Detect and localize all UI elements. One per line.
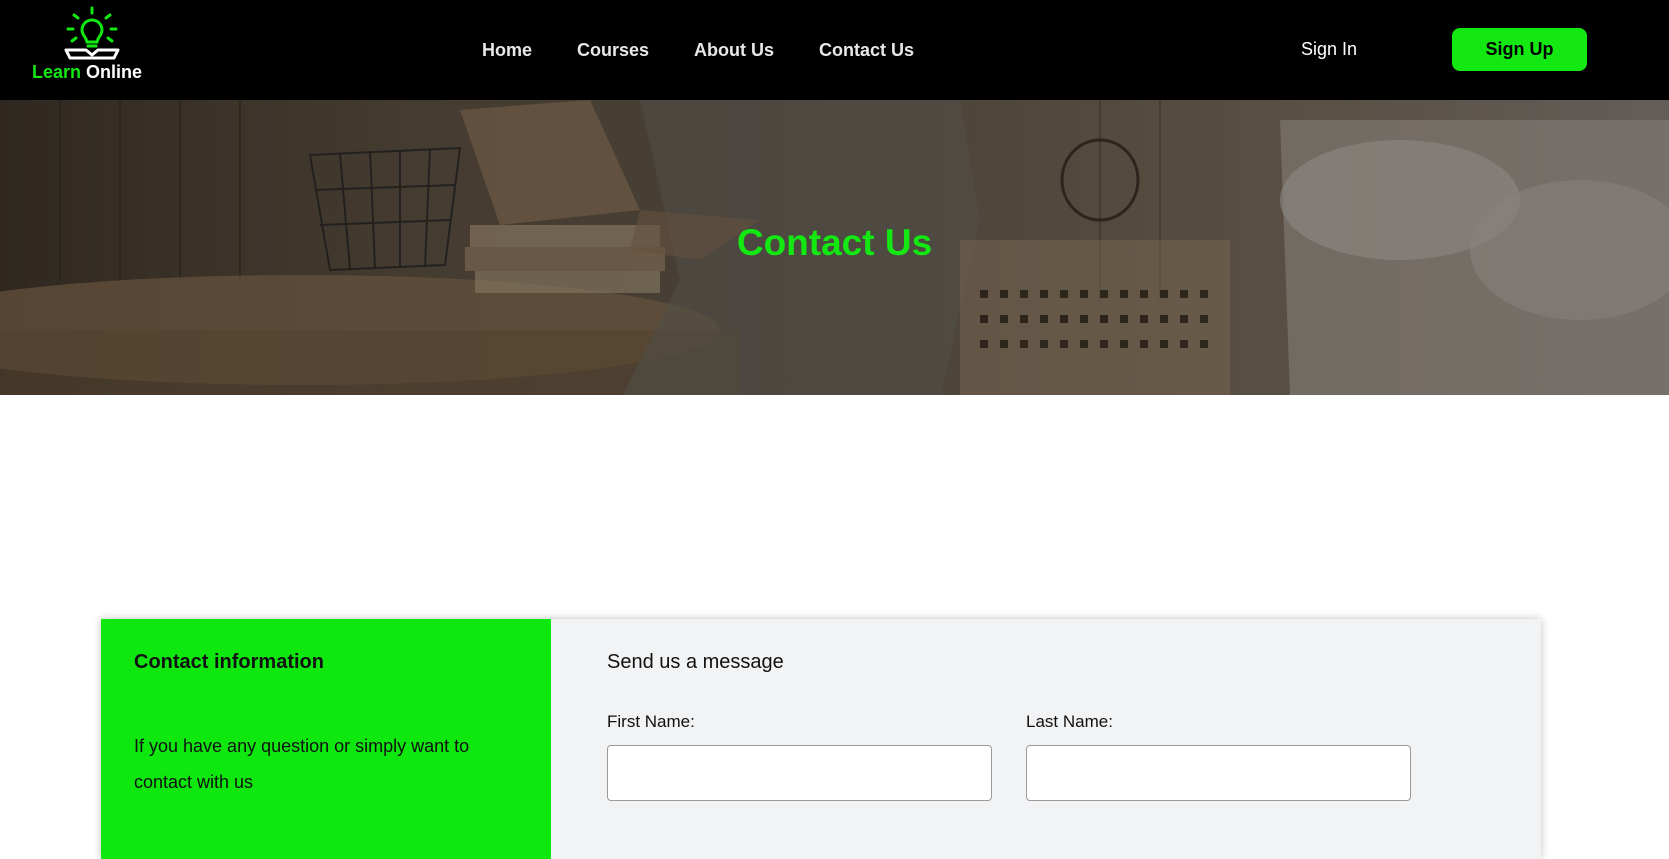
nav-home[interactable]: Home bbox=[482, 40, 532, 61]
sign-up-button[interactable]: Sign Up bbox=[1452, 28, 1587, 71]
message-form-title: Send us a message bbox=[607, 651, 784, 673]
nav-courses[interactable]: Courses bbox=[577, 40, 649, 61]
logo[interactable]: Learn Online bbox=[32, 6, 162, 86]
first-name-input[interactable] bbox=[607, 745, 992, 801]
first-name-label: First Name: bbox=[607, 712, 695, 731]
contact-info-panel: Contact information If you have any ques… bbox=[101, 619, 551, 859]
hero-banner: Contact Us bbox=[0, 100, 1669, 395]
hero-title: Contact Us bbox=[736, 222, 933, 263]
last-name-label: Last Name: bbox=[1026, 712, 1113, 731]
logo-word-learn: Learn bbox=[32, 62, 82, 82]
main-nav: Home Courses About Us Contact Us bbox=[482, 40, 959, 61]
message-form-panel: Send us a message First Name: Last Name: bbox=[551, 619, 1541, 859]
logo-wordmark: Learn Online bbox=[32, 62, 142, 83]
lightbulb-book-icon bbox=[64, 6, 120, 60]
sign-in-link[interactable]: Sign In bbox=[1301, 39, 1357, 60]
nav-about-us[interactable]: About Us bbox=[694, 40, 774, 61]
contact-info-text: If you have any question or simply want … bbox=[134, 736, 470, 792]
site-header: Learn Online Home Courses About Us Conta… bbox=[0, 0, 1669, 100]
logo-word-online: Online bbox=[86, 62, 143, 82]
contact-info-title: Contact information bbox=[134, 651, 324, 673]
nav-contact-us[interactable]: Contact Us bbox=[819, 40, 914, 61]
last-name-input[interactable] bbox=[1026, 745, 1411, 801]
contact-section: Contact information If you have any ques… bbox=[101, 619, 1541, 859]
